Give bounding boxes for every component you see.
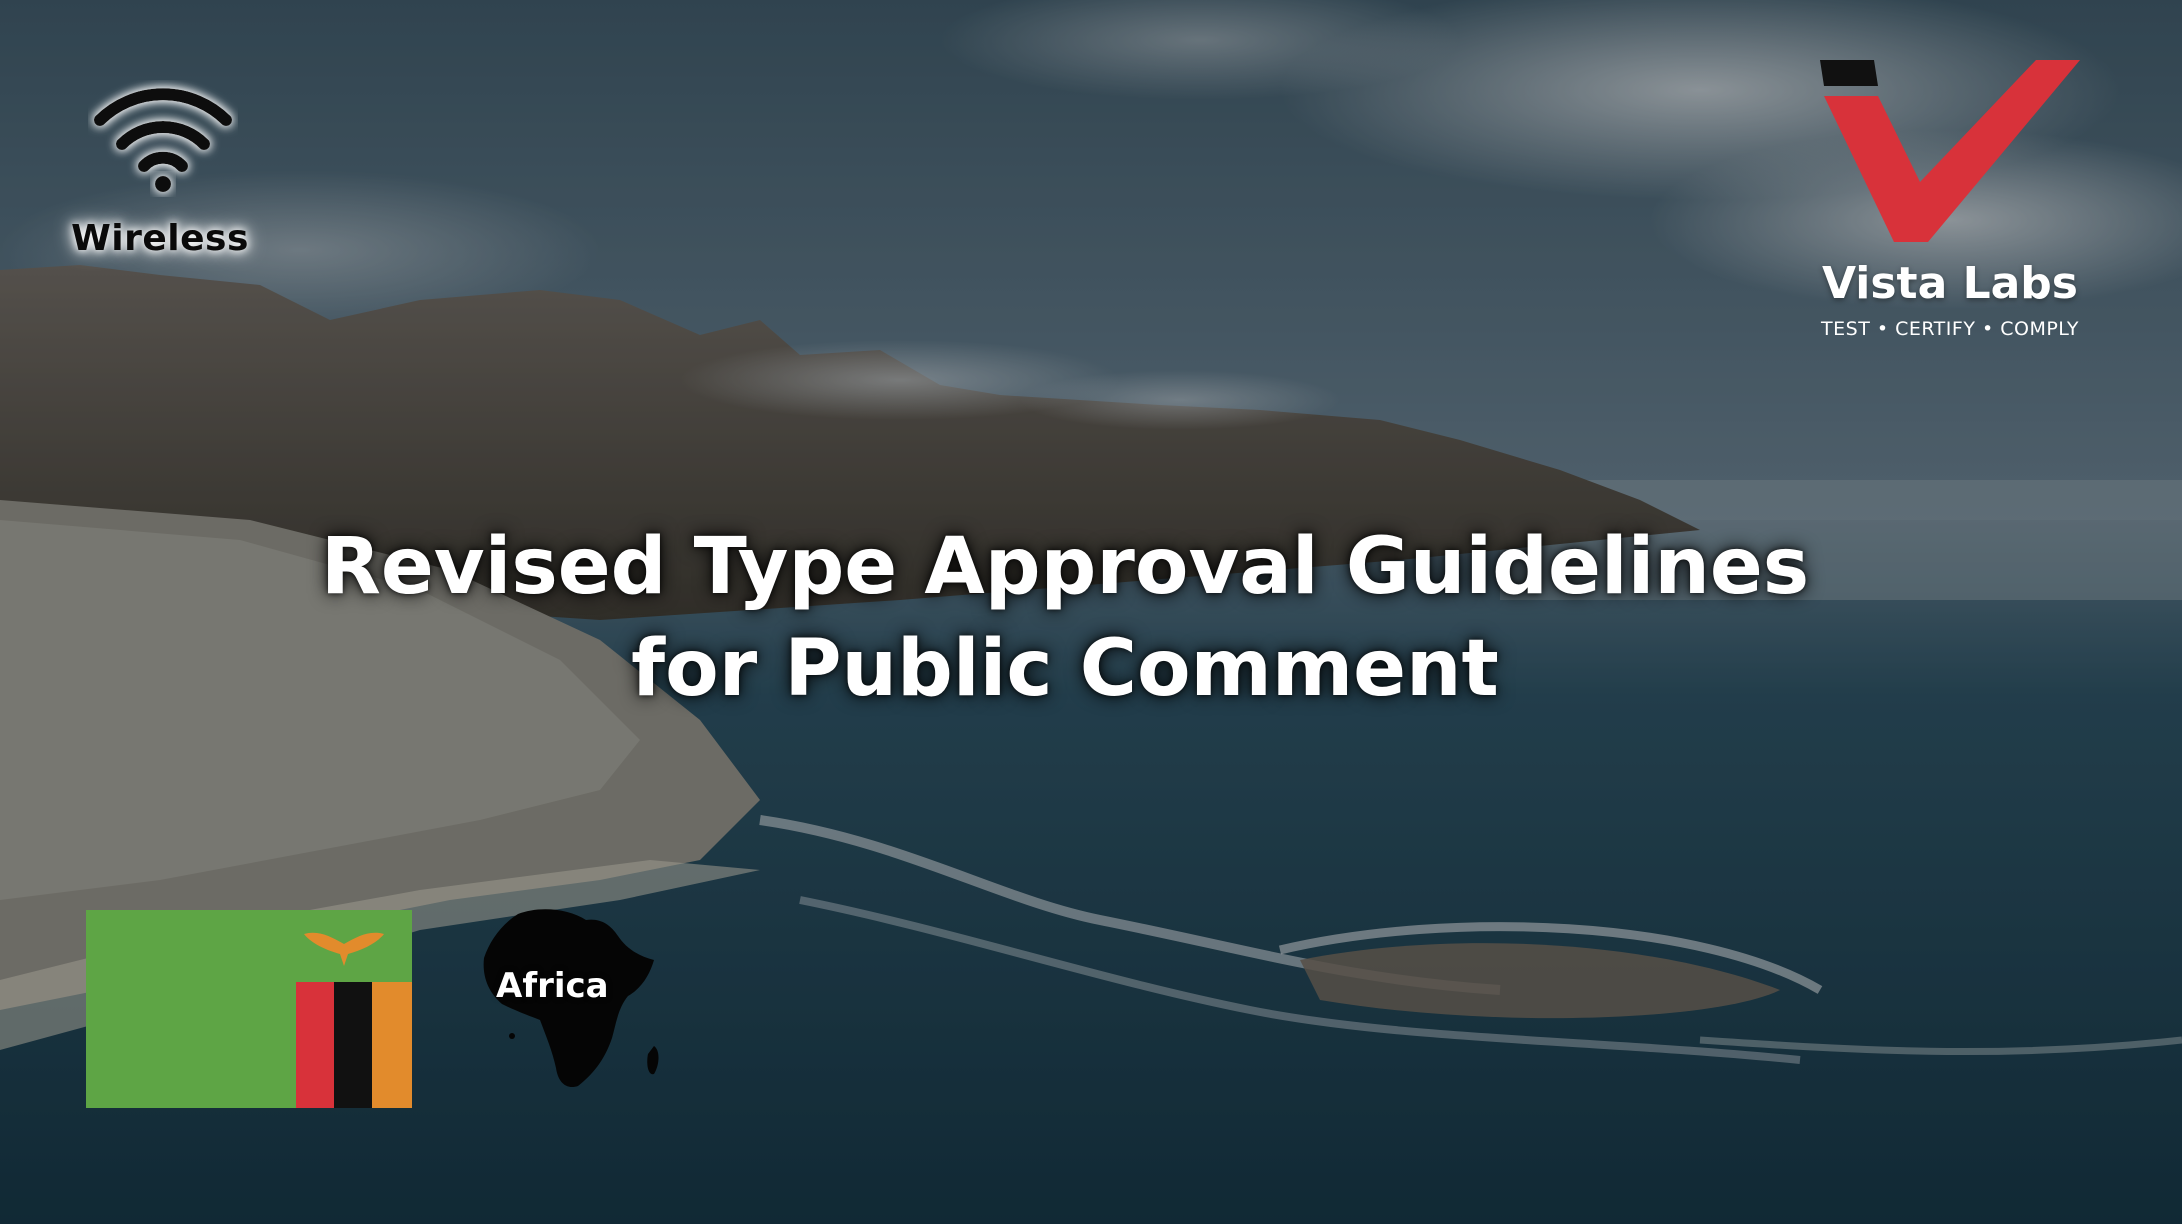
brand-tagline: TEST • CERTIFY • COMPLY	[1821, 318, 2079, 340]
africa-label: Africa	[496, 966, 609, 1006]
zambia-flag	[86, 910, 412, 1108]
vista-labs-logo	[1820, 60, 2080, 242]
headline: Revised Type Approval Guidelines for Pub…	[200, 516, 1930, 720]
wireless-label: Wireless	[71, 218, 249, 259]
headline-line-1: Revised Type Approval Guidelines	[320, 522, 1810, 612]
wifi-icon	[94, 88, 232, 192]
headline-line-2: for Public Comment	[631, 624, 1499, 714]
brand-name: Vista Labs	[1821, 258, 2078, 309]
